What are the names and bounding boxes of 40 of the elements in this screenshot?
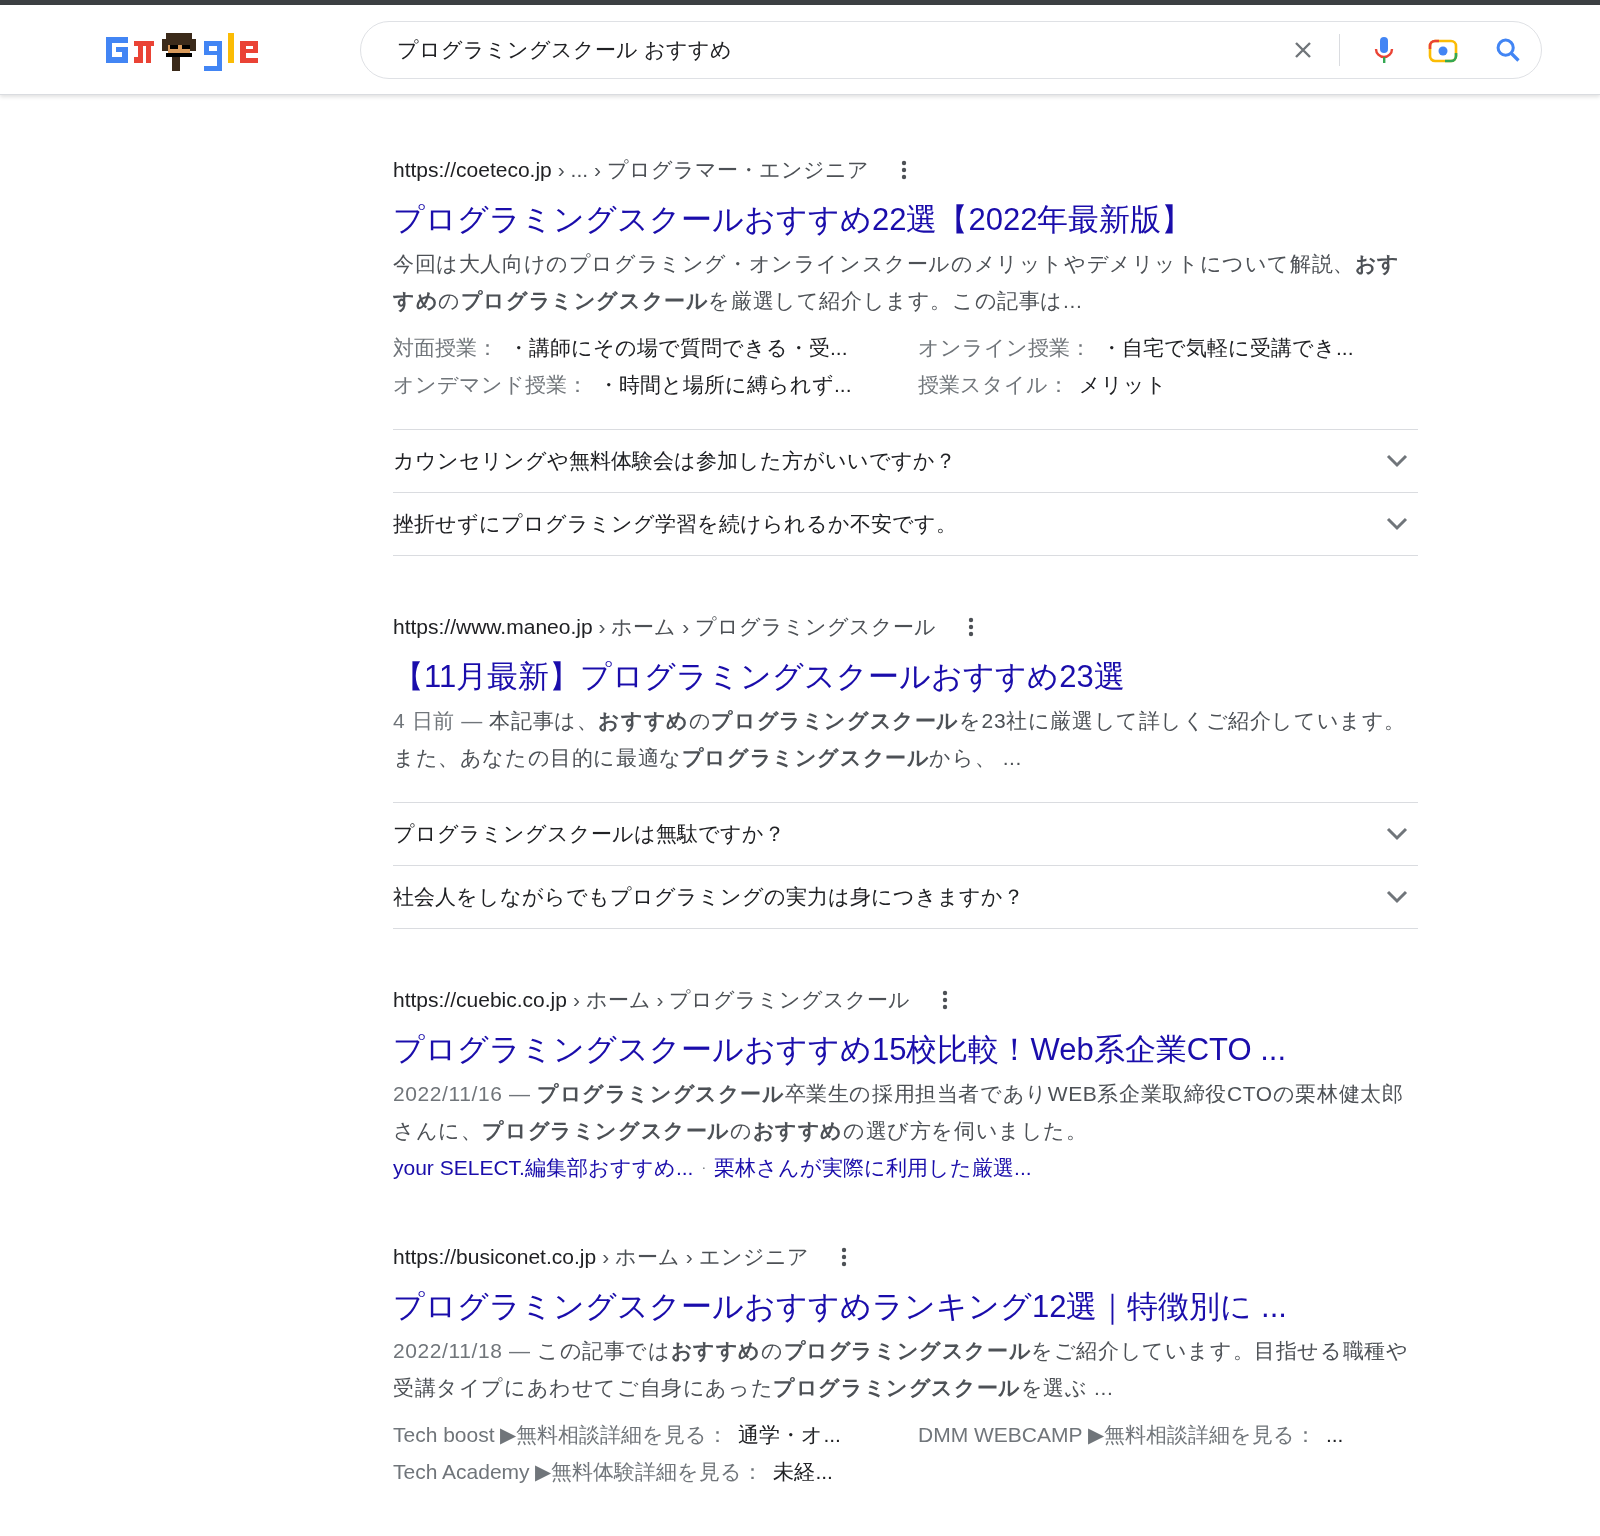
sitelink[interactable]: 栗林さんが実際に利用した厳選... — [714, 1149, 1032, 1186]
question-row[interactable]: プログラミングスクールは無駄ですか？ — [393, 803, 1418, 866]
more-options-icon[interactable] — [900, 159, 907, 181]
question-row[interactable]: カウンセリングや無料体験会は参加した方がいいですか？ — [393, 430, 1418, 493]
attribute-text: Tech boost ▶無料相談詳細を見る： 通学・オ... — [393, 1422, 842, 1448]
result-snippet: 4 日前 — 本記事は、おすすめのプログラミングスクールを23社に厳選して詳しくご紹介しています。また、あなたの目的に最適なプログラミングスクールから、 ... — [393, 708, 1407, 771]
sitelink[interactable]: your SELECT.編集部おすすめ... — [393, 1149, 694, 1186]
result-title[interactable]: プログラミングスクールおすすめ22選【2022年最新版】 — [393, 197, 1420, 243]
result-snippet: 2022/11/16 — プログラミングスクール卒業生の採用担当者でありWEB系企業取締役CTOの栗林健太郎さんに、プログラミングスクールのおすすめの選び方を伺いました。 — [393, 1081, 1405, 1144]
more-options-icon[interactable] — [942, 989, 949, 1011]
result-url[interactable]: https://busiconet.co.jp — [393, 1241, 597, 1273]
question-row[interactable]: 挫折せずにプログラミング学習を続けられるか不安です。 — [393, 493, 1418, 556]
breadcrumb: › ホーム › プログラミングスクール — [598, 614, 937, 641]
search-field[interactable]: プログラミングスクール おすすめ — [360, 20, 1542, 79]
more-options-icon[interactable] — [968, 616, 975, 638]
microphone-icon[interactable] — [1372, 34, 1396, 65]
more-options-icon[interactable] — [840, 1246, 847, 1268]
attribute-text: DMM WEBCAMP ▶無料相談詳細を見る： ... — [918, 1422, 1345, 1448]
chevron-down-icon — [1386, 517, 1408, 531]
result-title[interactable]: プログラミングスクールおすすめランキング12選｜特徴別に ... — [393, 1284, 1420, 1330]
attribute-text: オンライン授業： ・自宅で気軽に受講でき... — [918, 335, 1355, 361]
result-url[interactable]: https://cuebic.co.jp — [393, 984, 567, 1016]
result-url[interactable]: https://www.maneo.jp — [393, 611, 593, 643]
breadcrumb: › ... › プログラマー・エンジニア — [557, 157, 869, 184]
breadcrumb: › ホーム › プログラミングスクール — [572, 987, 911, 1014]
result-snippet: 今回は大人向けのプログラミング・オンラインスクールのメリットやデメリットについて解説、おすすめのプログラミングスクールを厳選して紹介します。この記事は... — [393, 251, 1401, 314]
result-snippet: 2022/11/18 — この記事ではおすすめのプログラミングスクールをご紹介しています。目指せる職種や受講タイプにあわせてご自身にあったプログラミングスクールを選ぶ ... — [393, 1338, 1410, 1401]
result-title[interactable]: プログラミングスクールおすすめ15校比較！Web系企業CTO ... — [393, 1027, 1420, 1073]
chevron-down-icon — [1386, 827, 1408, 841]
chevron-down-icon — [1386, 454, 1408, 468]
attribute-text: 対面授業： ・講師にその場で質問できる・受... — [393, 335, 849, 361]
breadcrumb: › ホーム › エンジニア — [602, 1244, 809, 1271]
chevron-down-icon — [1386, 890, 1408, 904]
attribute-text: Tech Academy ▶無料体験詳細を見る： 未経... — [393, 1459, 834, 1485]
question-row[interactable]: 社会人をしながらでもプログラミングの実力は身につきますか？ — [393, 866, 1418, 929]
attribute-text: オンデマンド授業： ・時間と場所に縛られず... — [393, 372, 853, 398]
result-url[interactable]: https://coeteco.jp — [393, 154, 552, 186]
separator-dot: · — [701, 1158, 707, 1177]
attribute-text: 授業スタイル： メリット — [918, 372, 1168, 398]
result-title[interactable]: 【11月最新】プログラミングスクールおすすめ23選 — [393, 654, 1420, 700]
